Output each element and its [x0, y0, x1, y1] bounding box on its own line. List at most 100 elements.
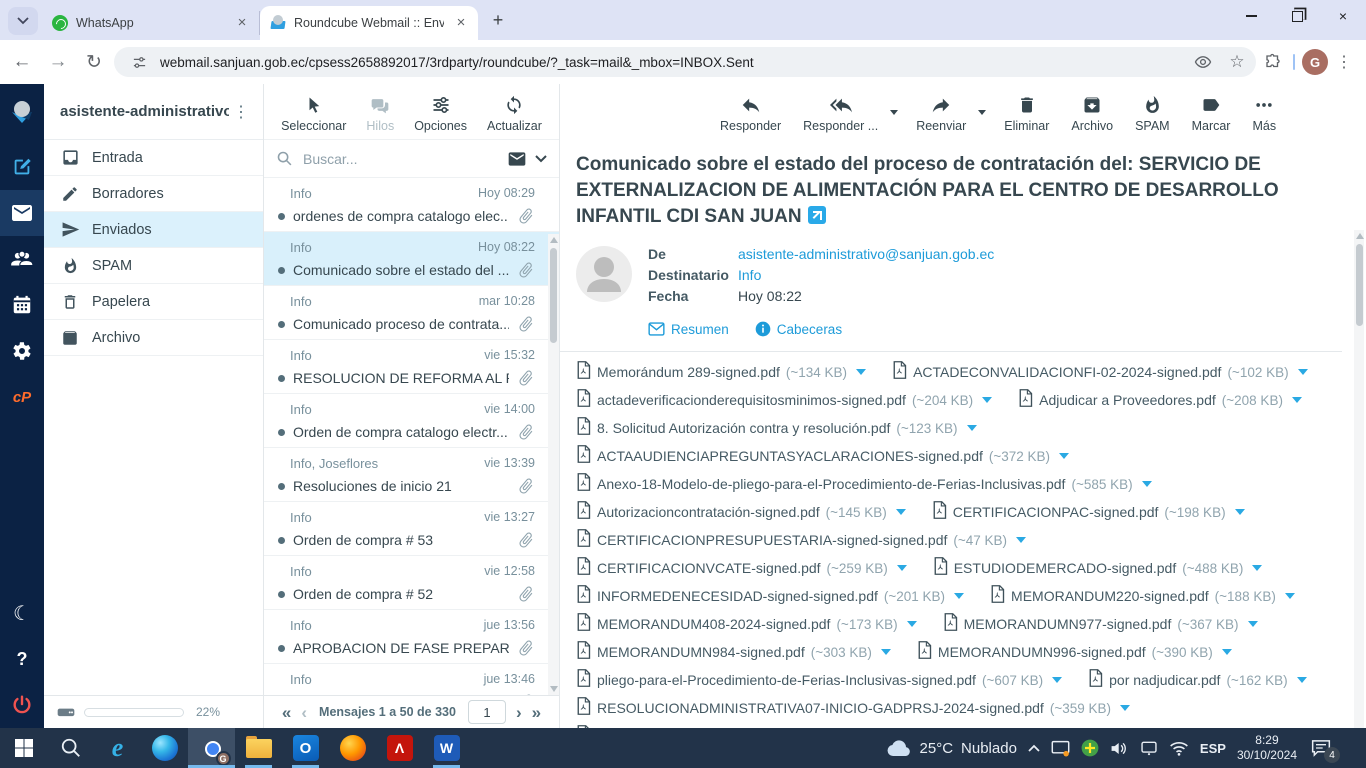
attachment-name[interactable]: MEMORANDUM408-2024-signed.pdf: [597, 616, 830, 632]
attachment[interactable]: MEMORANDUMN996-signed.pdf(~390 KB): [917, 641, 1232, 664]
attachment[interactable]: RESOLUCIONADMINISTRATIVA07-INICIO-GADPRS…: [576, 697, 1130, 720]
attachment-name[interactable]: CERTIFICACIONPRESUPUESTARIA-signed-signe…: [597, 532, 947, 548]
folder-item-spam[interactable]: SPAM: [44, 248, 263, 284]
url-bar[interactable]: webmail.sanjuan.gob.ec/cpsess2658892017/…: [114, 47, 1256, 77]
attachment-name[interactable]: Adjudicar a Proveedores.pdf: [1039, 392, 1216, 408]
attachment[interactable]: pliego-para-el-Procedimiento-de-Ferias-I…: [576, 669, 1062, 692]
attachment[interactable]: INFORMEDENECESIDAD-signed-signed.pdf(~20…: [576, 585, 964, 608]
attachment-name[interactable]: RESOLUCIONADMINISTRATIVA07-INICIO-GADPRS…: [597, 700, 1044, 716]
refresh-button[interactable]: Actualizar: [479, 92, 550, 135]
attachment-menu-icon[interactable]: [1298, 369, 1308, 375]
to-address-link[interactable]: Info: [738, 267, 761, 283]
attachment-menu-icon[interactable]: [1235, 509, 1245, 515]
volume-icon[interactable]: [1110, 740, 1129, 757]
attachment-name[interactable]: MEMORANDUMN984-signed.pdf: [597, 644, 805, 660]
acrobat-button[interactable]: Λ: [376, 728, 423, 768]
attachment-menu-icon[interactable]: [1016, 537, 1026, 543]
chrome-button[interactable]: G: [188, 728, 235, 768]
attachment[interactable]: Memorándum 289-signed.pdf(~134 KB): [576, 361, 866, 384]
attachment-name[interactable]: por nadjudicar.pdf: [1109, 672, 1220, 688]
forward-button[interactable]: →: [42, 46, 74, 78]
attachment-name[interactable]: ESTUDIODEMERCADO-signed.pdf: [954, 560, 1177, 576]
attachment-name[interactable]: 8. Solicitud Autorización contra y resol…: [597, 420, 890, 436]
attachment-name[interactable]: actadeverificacionderequisitosminimos-si…: [597, 392, 906, 408]
attachment-menu-icon[interactable]: [1297, 677, 1307, 683]
attachment-name[interactable]: ACTADECONVALIDACIONFI-02-2024-signed.pdf: [913, 364, 1221, 380]
attachment[interactable]: MEMORANDUM220-signed.pdf(~188 KB): [990, 585, 1295, 608]
message-row[interactable]: InfoHoy 08:22Comunicado sobre el estado …: [264, 232, 559, 286]
weather-widget[interactable]: 25°C Nublado: [886, 739, 1017, 757]
message-row[interactable]: Infovie 14:00Orden de compra catalogo el…: [264, 394, 559, 448]
attachment-menu-icon[interactable]: [897, 565, 907, 571]
attachment-menu-icon[interactable]: [1292, 397, 1302, 403]
restore-button[interactable]: [1274, 0, 1320, 32]
search-input[interactable]: [301, 150, 499, 168]
scroll-up-arrow[interactable]: [1356, 233, 1364, 239]
scrollbar-thumb[interactable]: [1356, 244, 1363, 326]
taskbar-clock[interactable]: 8:29 30/10/2024: [1237, 733, 1297, 763]
outlook-button[interactable]: O: [282, 728, 329, 768]
help-button[interactable]: ?: [0, 636, 44, 682]
back-button[interactable]: ←: [6, 46, 38, 78]
from-address-link[interactable]: asistente-administrativo@sanjuan.gob.ec: [738, 246, 994, 262]
spam-button[interactable]: SPAM: [1125, 92, 1180, 135]
reload-button[interactable]: ↻: [78, 46, 110, 78]
taskbar-search-button[interactable]: [47, 728, 94, 768]
mail-nav-button[interactable]: [0, 190, 44, 236]
file-explorer-button[interactable]: [235, 728, 282, 768]
tab-close-icon[interactable]: ×: [233, 14, 251, 32]
attachment-menu-icon[interactable]: [881, 649, 891, 655]
cast-screen-icon[interactable]: [1051, 740, 1070, 757]
attachment[interactable]: 8. Solicitud Autorización contra y resol…: [576, 417, 977, 440]
attachment-name[interactable]: MEMORANDUM220-signed.pdf: [1011, 588, 1209, 604]
folder-item-borradores[interactable]: Borradores: [44, 176, 263, 212]
search-options-chevron-icon[interactable]: [535, 155, 547, 163]
attachment-name[interactable]: Memorándum 289-signed.pdf: [597, 364, 780, 380]
browser-menu-icon[interactable]: ⋮: [1332, 52, 1356, 72]
message-row[interactable]: Infovie 12:58Orden de compra # 52: [264, 556, 559, 610]
firefox-button[interactable]: [329, 728, 376, 768]
edge-button[interactable]: [141, 728, 188, 768]
attachment-name[interactable]: ACTAAUDIENCIAPREGUNTASYACLARACIONES-sign…: [597, 448, 983, 464]
attachment-menu-icon[interactable]: [1285, 593, 1295, 599]
compose-button[interactable]: [0, 144, 44, 190]
message-row[interactable]: Infovie 13:27Orden de compra # 53: [264, 502, 559, 556]
reading-mode-eye-icon[interactable]: [1190, 49, 1216, 75]
folder-item-entrada[interactable]: Entrada: [44, 140, 263, 176]
more-button[interactable]: Más: [1242, 92, 1286, 135]
start-button[interactable]: [0, 728, 47, 768]
logout-button[interactable]: [0, 682, 44, 728]
attachment[interactable]: CERTIFICACIONPAC-signed.pdf(~198 KB): [932, 501, 1245, 524]
summary-link[interactable]: Resumen: [648, 322, 729, 337]
forward-button[interactable]: Reenviar: [906, 92, 976, 135]
folder-item-papelera[interactable]: Papelera: [44, 284, 263, 320]
url-text[interactable]: webmail.sanjuan.gob.ec/cpsess2658892017/…: [160, 55, 1182, 70]
page-number-input[interactable]: [468, 700, 506, 724]
reply-all-button[interactable]: Responder ...: [793, 92, 888, 135]
attachment-menu-icon[interactable]: [1222, 649, 1232, 655]
notification-center-button[interactable]: 4: [1308, 735, 1334, 761]
options-button[interactable]: Opciones: [406, 92, 475, 135]
tab-whatsapp[interactable]: WhatsApp ×: [42, 11, 260, 35]
attachment-menu-icon[interactable]: [967, 425, 977, 431]
forward-menu-caret[interactable]: [978, 110, 986, 115]
external-link-icon[interactable]: [808, 206, 826, 224]
attachment[interactable]: Anexo-18-Modelo-de-pliego-para-el-Proced…: [576, 473, 1152, 496]
attachment-name[interactable]: INFORMEDENECESIDAD-signed-signed.pdf: [597, 588, 878, 604]
attachment[interactable]: MEMORANDUM408-2024-signed.pdf(~173 KB): [576, 613, 917, 636]
folder-item-enviados[interactable]: Enviados: [44, 212, 263, 248]
attachment-name[interactable]: CERTIFICACIONVCATE-signed.pdf: [597, 560, 821, 576]
attachment-menu-icon[interactable]: [1142, 481, 1152, 487]
antivirus-icon[interactable]: [1081, 739, 1099, 757]
attachment[interactable]: MEMORANDUMN984-signed.pdf(~303 KB): [576, 641, 891, 664]
site-settings-icon[interactable]: [126, 49, 152, 75]
attachment[interactable]: CERTIFICACIONVCATE-signed.pdf(~259 KB): [576, 557, 907, 580]
first-page-button[interactable]: «: [282, 704, 291, 721]
attachment-name[interactable]: Autorizacioncontratación-signed.pdf: [597, 504, 820, 520]
settings-nav-button[interactable]: [0, 328, 44, 374]
last-page-button[interactable]: »: [532, 704, 541, 721]
attachment-name[interactable]: MEMORANDUMN977-signed.pdf: [964, 616, 1172, 632]
attachment[interactable]: ESTUDIODEMERCADO-signed.pdf(~488 KB): [933, 557, 1263, 580]
extensions-puzzle-icon[interactable]: [1260, 49, 1286, 75]
attachment-menu-icon[interactable]: [896, 509, 906, 515]
